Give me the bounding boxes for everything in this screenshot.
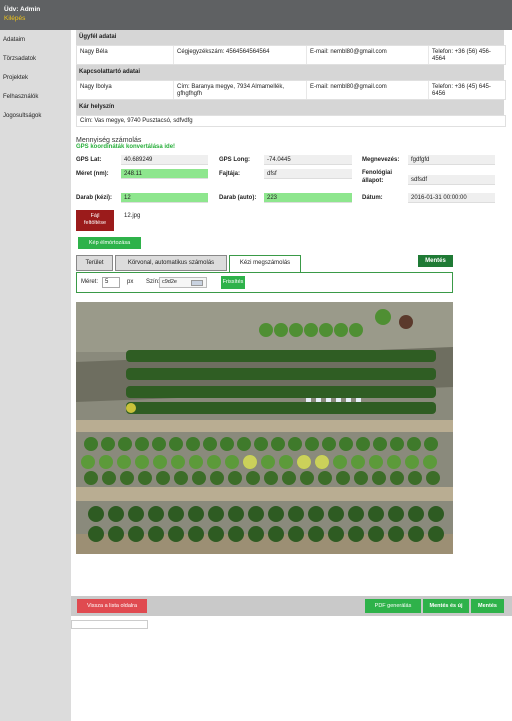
client-row: Nagy Béla Cégjegyzékszám: 4564564564564 … (76, 45, 506, 65)
image-preview-button[interactable]: Kép élmórtozása (78, 237, 141, 249)
size-label: Méret (nm): (76, 171, 109, 177)
gps-long-label: GPS Long: (219, 157, 250, 163)
empty-text-field[interactable] (71, 620, 148, 629)
contact-address: Cím: Baranya megye, 7934 Almamellék, gfh… (174, 81, 307, 99)
name-label: Megnevezés: (362, 157, 400, 163)
refresh-button[interactable]: Frissítés (221, 276, 245, 289)
species-field[interactable]: dfsf (264, 169, 352, 179)
gps-long-field[interactable]: -74.0445 (264, 155, 352, 165)
client-name: Nagy Béla (77, 46, 174, 64)
save-and-new-button[interactable]: Mentés és új (423, 599, 469, 613)
calc-title: Mennyiség számolás (76, 137, 142, 144)
name-field[interactable]: fgdfgfd (408, 155, 495, 165)
count-manual-field[interactable]: 12 (121, 193, 208, 203)
client-section-title: Ügyfél adatai (76, 30, 504, 45)
contact-phone: Telefon: +36 (45) 645-6456 (432, 84, 491, 97)
pheno-label-line2: állapot: (362, 178, 384, 184)
sidebar-item-felhasznalok[interactable]: Felhasználók (0, 87, 71, 106)
uploaded-file-name: 12.jpg (124, 213, 141, 219)
marker-size-input[interactable]: 5 (102, 277, 120, 288)
save-button[interactable]: Mentés (471, 599, 504, 613)
file-upload-button[interactable]: Fájl feltöltése (76, 210, 114, 231)
aerial-field-drawing (76, 302, 453, 554)
date-label: Dátum: (362, 195, 383, 201)
tab-save-button[interactable]: Mentés (418, 255, 453, 267)
pheno-label-line1: Fenológiai (362, 170, 392, 176)
sidebar-item-projektek[interactable]: Projektek (0, 68, 71, 87)
gps-convert-link[interactable]: GPS koordináták konvertálása ide! (76, 144, 175, 150)
contact-email: E-mail: nembl80@gmail.com (307, 81, 429, 99)
sidebar-item-adataim[interactable]: Adataim (0, 30, 71, 49)
marker-size-label: Méret: (81, 279, 99, 285)
species-label: Fajtája: (219, 171, 241, 177)
damage-row: Cím: Vas megye, 9740 Pusztacsó, sdfvdfg (76, 115, 506, 127)
marker-color-value: c9d2e (162, 279, 177, 285)
pdf-generate-button[interactable]: PDF generálás (365, 599, 421, 613)
tab-kezi-megszamolas[interactable]: Kézi megszámolás (229, 255, 301, 273)
contact-row: Nagy Ibolya Cím: Baranya megye, 7934 Alm… (76, 80, 506, 100)
manual-count-panel: Méret: 5 px Szín: c9d2e Frissítés (76, 272, 453, 293)
top-bar: Üdv: Admin Kilépés (0, 0, 512, 30)
client-company-no: Cégjegyzékszám: 4564564564564 (174, 46, 307, 64)
count-auto-field[interactable]: 223 (264, 193, 352, 203)
pheno-field[interactable]: sdfsdf (408, 175, 495, 185)
back-to-list-button[interactable]: Vissza a lista oldalra (77, 599, 147, 613)
client-phone: Telefon: +36 (56) 456-4564 (432, 49, 491, 62)
sidebar-item-jogosultsagok[interactable]: Jogosultságok (0, 106, 71, 125)
count-auto-label: Darab (auto): (219, 195, 257, 201)
bottom-action-bar: Vissza a lista oldalra PDF generálás Men… (71, 596, 512, 616)
color-swatch[interactable] (191, 280, 203, 286)
gps-lat-field[interactable]: 40.689249 (121, 155, 208, 165)
contact-name: Nagy Ibolya (77, 81, 174, 99)
damage-section-title: Kár helyszín (76, 100, 504, 115)
date-field[interactable]: 2016-01-31 00:00:00 (408, 193, 495, 203)
gps-lat-label: GPS Lat: (76, 157, 102, 163)
welcome-text: Üdv: Admin (4, 6, 41, 13)
marker-size-unit: px (127, 279, 134, 285)
marker-color-label: Szín: (146, 279, 160, 285)
count-manual-label: Darab (kézi): (76, 195, 113, 201)
tab-terulet[interactable]: Terület (76, 255, 113, 271)
pheno-label: Fenológiai állapot: (362, 169, 392, 185)
sidebar-item-torzsadatok[interactable]: Törzsadatok (0, 49, 71, 68)
damage-address: Cím: Vas megye, 9740 Pusztacsó, sdfvdfg (80, 118, 193, 124)
tab-korvonal[interactable]: Körvonal, automatikus számolás (115, 255, 227, 271)
marker-color-input[interactable]: c9d2e (159, 277, 207, 288)
aerial-field-image[interactable] (76, 302, 453, 554)
sidebar: Adataim Törzsadatok Projektek Felhasznál… (0, 30, 71, 721)
upload-btn-line2: feltöltése (83, 220, 106, 226)
upload-btn-line1: Fájl (90, 213, 100, 219)
client-email: E-mail: nembl80@gmail.com (307, 46, 429, 64)
main-content: Ügyfél adatai Nagy Béla Cégjegyzékszám: … (76, 30, 506, 293)
contact-section-title: Kapcsolattartó adatai (76, 65, 504, 80)
size-field[interactable]: 248.11 (121, 169, 208, 179)
logout-link[interactable]: Kilépés (4, 15, 25, 22)
